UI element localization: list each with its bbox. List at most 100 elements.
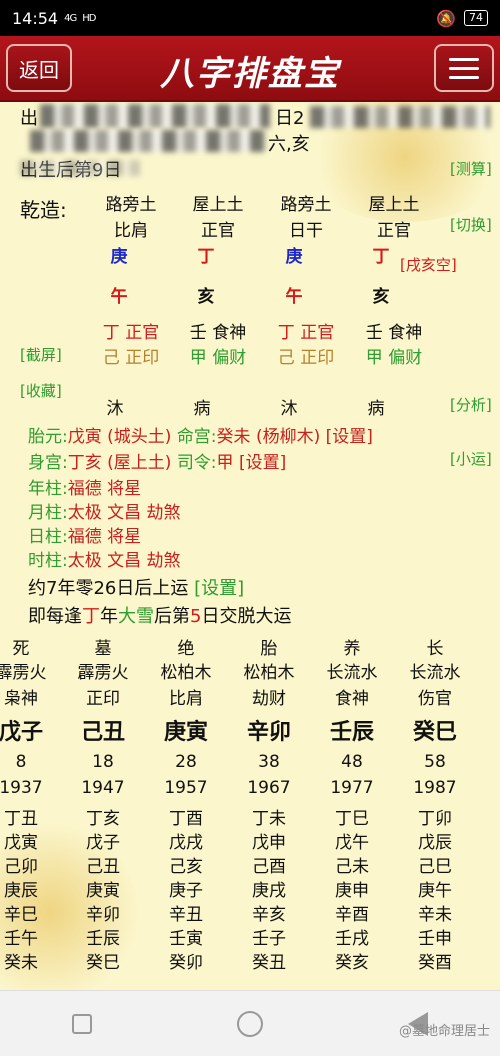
battery-icon: 74 — [464, 10, 488, 26]
dayun-shishen-1: 正印 — [86, 689, 120, 709]
analysis-link[interactable]: [分析] — [450, 394, 492, 415]
zhi-day: 午 — [285, 287, 303, 307]
menu-icon-bar — [449, 66, 479, 70]
jiaoyun-term: 大雪 — [118, 606, 154, 627]
taiyuan-line: 胎元:戊寅 (城头土) 命宫:癸未 (杨柳木) [设置] — [28, 422, 373, 447]
liunian-row2-3: 己酉 — [252, 857, 286, 877]
nayin-month: 屋上土 — [192, 195, 244, 215]
shizhu-line: 时柱:太极 文昌 劫煞 — [28, 546, 181, 571]
obscured-area — [310, 106, 490, 128]
gan-year: 庚 — [110, 247, 128, 267]
nayin-hour: 屋上土 — [368, 195, 420, 215]
siling-value: 甲 — [216, 453, 234, 473]
dayun-changsheng-1: 墓 — [94, 639, 112, 659]
nayin-day: 路旁土 — [280, 195, 332, 215]
liunian-row3-0: 庚辰 — [4, 881, 38, 901]
liunian-row5-5: 壬申 — [418, 929, 452, 949]
liunian-row1-5: 戊辰 — [418, 833, 452, 853]
shishen-year: 比肩 — [114, 221, 148, 241]
home-button[interactable] — [236, 1010, 263, 1037]
rizhu-line: 日柱:福德 将星 — [28, 522, 141, 547]
shizhu-label: 时柱: — [28, 551, 68, 571]
dayun-nayin-3: 松柏木 — [243, 663, 295, 683]
shizhu-value: 太极 文昌 劫煞 — [67, 551, 181, 571]
liunian-row3-4: 庚申 — [335, 881, 369, 901]
gan-month: 丁 — [197, 247, 215, 267]
zhi-month: 亥 — [197, 287, 215, 307]
liunian-row3-1: 庚寅 — [86, 881, 120, 901]
switch-link[interactable]: [切换] — [450, 214, 492, 235]
shishen-hour: 正官 — [377, 221, 411, 241]
menu-icon-bar — [449, 57, 479, 61]
dayun-nayin-0: 霹雳火 — [0, 663, 47, 683]
jiaoyun-line: 即每逢丁年大雪后第5日交脱大运 — [28, 602, 291, 628]
dayun-nayin-2: 松柏木 — [160, 663, 212, 683]
dayun-nayin-5: 长流水 — [409, 663, 461, 683]
hidden-stem-month-2: 甲 偏财 — [189, 348, 247, 368]
screenshot-link[interactable]: [截屏] — [20, 344, 62, 365]
liunian-row1-1: 戊子 — [86, 833, 120, 853]
nianzhu-label: 年柱: — [28, 479, 68, 499]
changsheng-month: 病 — [193, 399, 211, 419]
dayun-ganzhi-3: 辛卯 — [246, 720, 291, 745]
liunian-row6-2: 癸卯 — [169, 953, 203, 973]
yuezhu-line: 月柱:太极 文昌 劫煞 — [28, 498, 181, 523]
dayun-shishen-2: 比肩 — [169, 689, 203, 709]
dayun-ganzhi-0: 戊子 — [0, 720, 43, 745]
collect-link[interactable]: [收藏] — [20, 380, 62, 401]
liunian-row1-0: 戊寅 — [4, 833, 38, 853]
dayun-age-5: 58 — [424, 752, 446, 772]
liunian-row0-5: 丁卯 — [418, 809, 452, 829]
dayun-ganzhi-2: 庚寅 — [163, 720, 208, 745]
dayun-year-1: 1947 — [81, 778, 125, 798]
back-button[interactable]: 返回 — [6, 44, 72, 92]
obscured-area — [40, 104, 270, 128]
minggong-value: 癸未 (杨柳木) — [216, 427, 321, 447]
rizhu-label: 日柱: — [28, 527, 68, 547]
measure-link[interactable]: [测算] — [450, 158, 492, 179]
liunian-row4-2: 辛丑 — [169, 905, 203, 925]
main-content: 出 日2 六,亥 出生后第9日 [测算] 乾造: [切换] 路旁土 屋上土 路旁… — [0, 102, 500, 990]
qiyun-line: 约7年零26日后上运 [设置] — [28, 574, 244, 600]
obscured-area — [30, 130, 265, 152]
siling-label: 司令: — [176, 453, 217, 473]
liunian-row2-0: 己卯 — [4, 857, 38, 877]
liunian-row0-4: 丁巳 — [335, 809, 369, 829]
dayun-year-5: 1987 — [413, 778, 457, 798]
xiaoyun-link[interactable]: [小运] — [450, 448, 492, 469]
yuezhu-value: 太极 文昌 劫煞 — [67, 503, 181, 523]
changsheng-hour: 病 — [367, 399, 385, 419]
hd-icon: HD — [82, 12, 96, 24]
liunian-row1-4: 戊午 — [335, 833, 369, 853]
minggong-label: 命宫: — [176, 427, 217, 447]
changsheng-year: 沐 — [106, 399, 124, 419]
jiaoyun-gan: 丁 — [82, 606, 100, 627]
liunian-row2-5: 己巳 — [418, 857, 452, 877]
taiyuan-value: 戊寅 (城头土) — [67, 427, 172, 447]
birth-date-fragment: 日2 — [275, 108, 305, 129]
jiaoyun-mid: 年 — [100, 606, 118, 627]
menu-icon-bar — [449, 75, 479, 79]
menu-button[interactable] — [434, 44, 494, 92]
shengong-value: 丁亥 (屋上土) — [67, 453, 172, 473]
dayun-ganzhi-4: 壬辰 — [329, 720, 374, 745]
recent-apps-button[interactable] — [72, 1013, 93, 1034]
dayun-year-4: 1977 — [330, 778, 374, 798]
dayun-ganzhi-5: 癸巳 — [412, 720, 457, 745]
changsheng-day: 沐 — [280, 399, 298, 419]
hidden-stem-year-2: 己 正印 — [102, 348, 160, 368]
set-button-2[interactable]: [设置] — [239, 453, 286, 473]
set-button-1[interactable]: [设置] — [326, 427, 373, 447]
liunian-row1-3: 戊申 — [252, 833, 286, 853]
status-bar: 14:54 4G HD 🔕 74 — [0, 0, 500, 36]
hidden-stem-day-2: 己 正印 — [277, 348, 335, 368]
liunian-row6-0: 癸未 — [4, 953, 38, 973]
gan-day: 庚 — [285, 247, 303, 267]
hidden-stem-year-1: 丁 正官 — [102, 323, 160, 343]
shishen-day: 日干 — [289, 221, 323, 241]
liunian-row5-4: 壬戌 — [335, 929, 369, 949]
liunian-row6-1: 癸巳 — [86, 953, 120, 973]
jiaoyun-pre: 即每逢 — [28, 606, 82, 627]
liunian-row5-2: 壬寅 — [169, 929, 203, 949]
set-button-3[interactable]: [设置] — [194, 578, 244, 599]
